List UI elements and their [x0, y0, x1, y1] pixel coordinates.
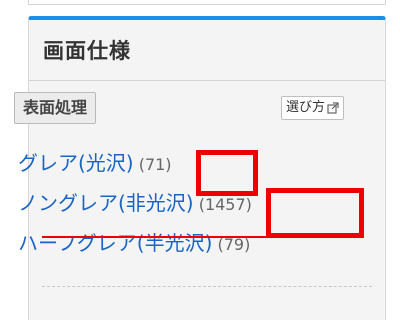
- howto-label: 選び方: [285, 100, 325, 115]
- option-count-glare: (71): [138, 155, 172, 174]
- option-glare: グレア(光沢) (71): [18, 146, 172, 180]
- option-link-glare[interactable]: グレア(光沢): [18, 151, 134, 175]
- panel-header: 画面仕様: [29, 20, 385, 81]
- panel-title: 画面仕様: [43, 39, 131, 63]
- previous-panel-bottom: [28, 0, 386, 5]
- option-half-glare: ハーフグレア(半光沢) (79): [18, 226, 250, 260]
- highlight-box-non-glare-count: [266, 188, 364, 238]
- option-count-non-glare: (1457): [198, 195, 252, 214]
- howto-link[interactable]: 選び方: [280, 96, 344, 120]
- option-link-half-glare[interactable]: ハーフグレア(半光沢): [18, 231, 212, 255]
- external-link-icon: [327, 102, 339, 114]
- highlight-underline-non-glare: [42, 236, 268, 238]
- divider: [42, 286, 372, 287]
- surface-treatment-row: 表面処理 選び方: [14, 92, 344, 124]
- option-link-non-glare[interactable]: ノングレア(非光沢): [18, 191, 194, 215]
- section-label-surface-treatment: 表面処理: [14, 92, 97, 124]
- highlight-box-glare-count: [196, 150, 258, 196]
